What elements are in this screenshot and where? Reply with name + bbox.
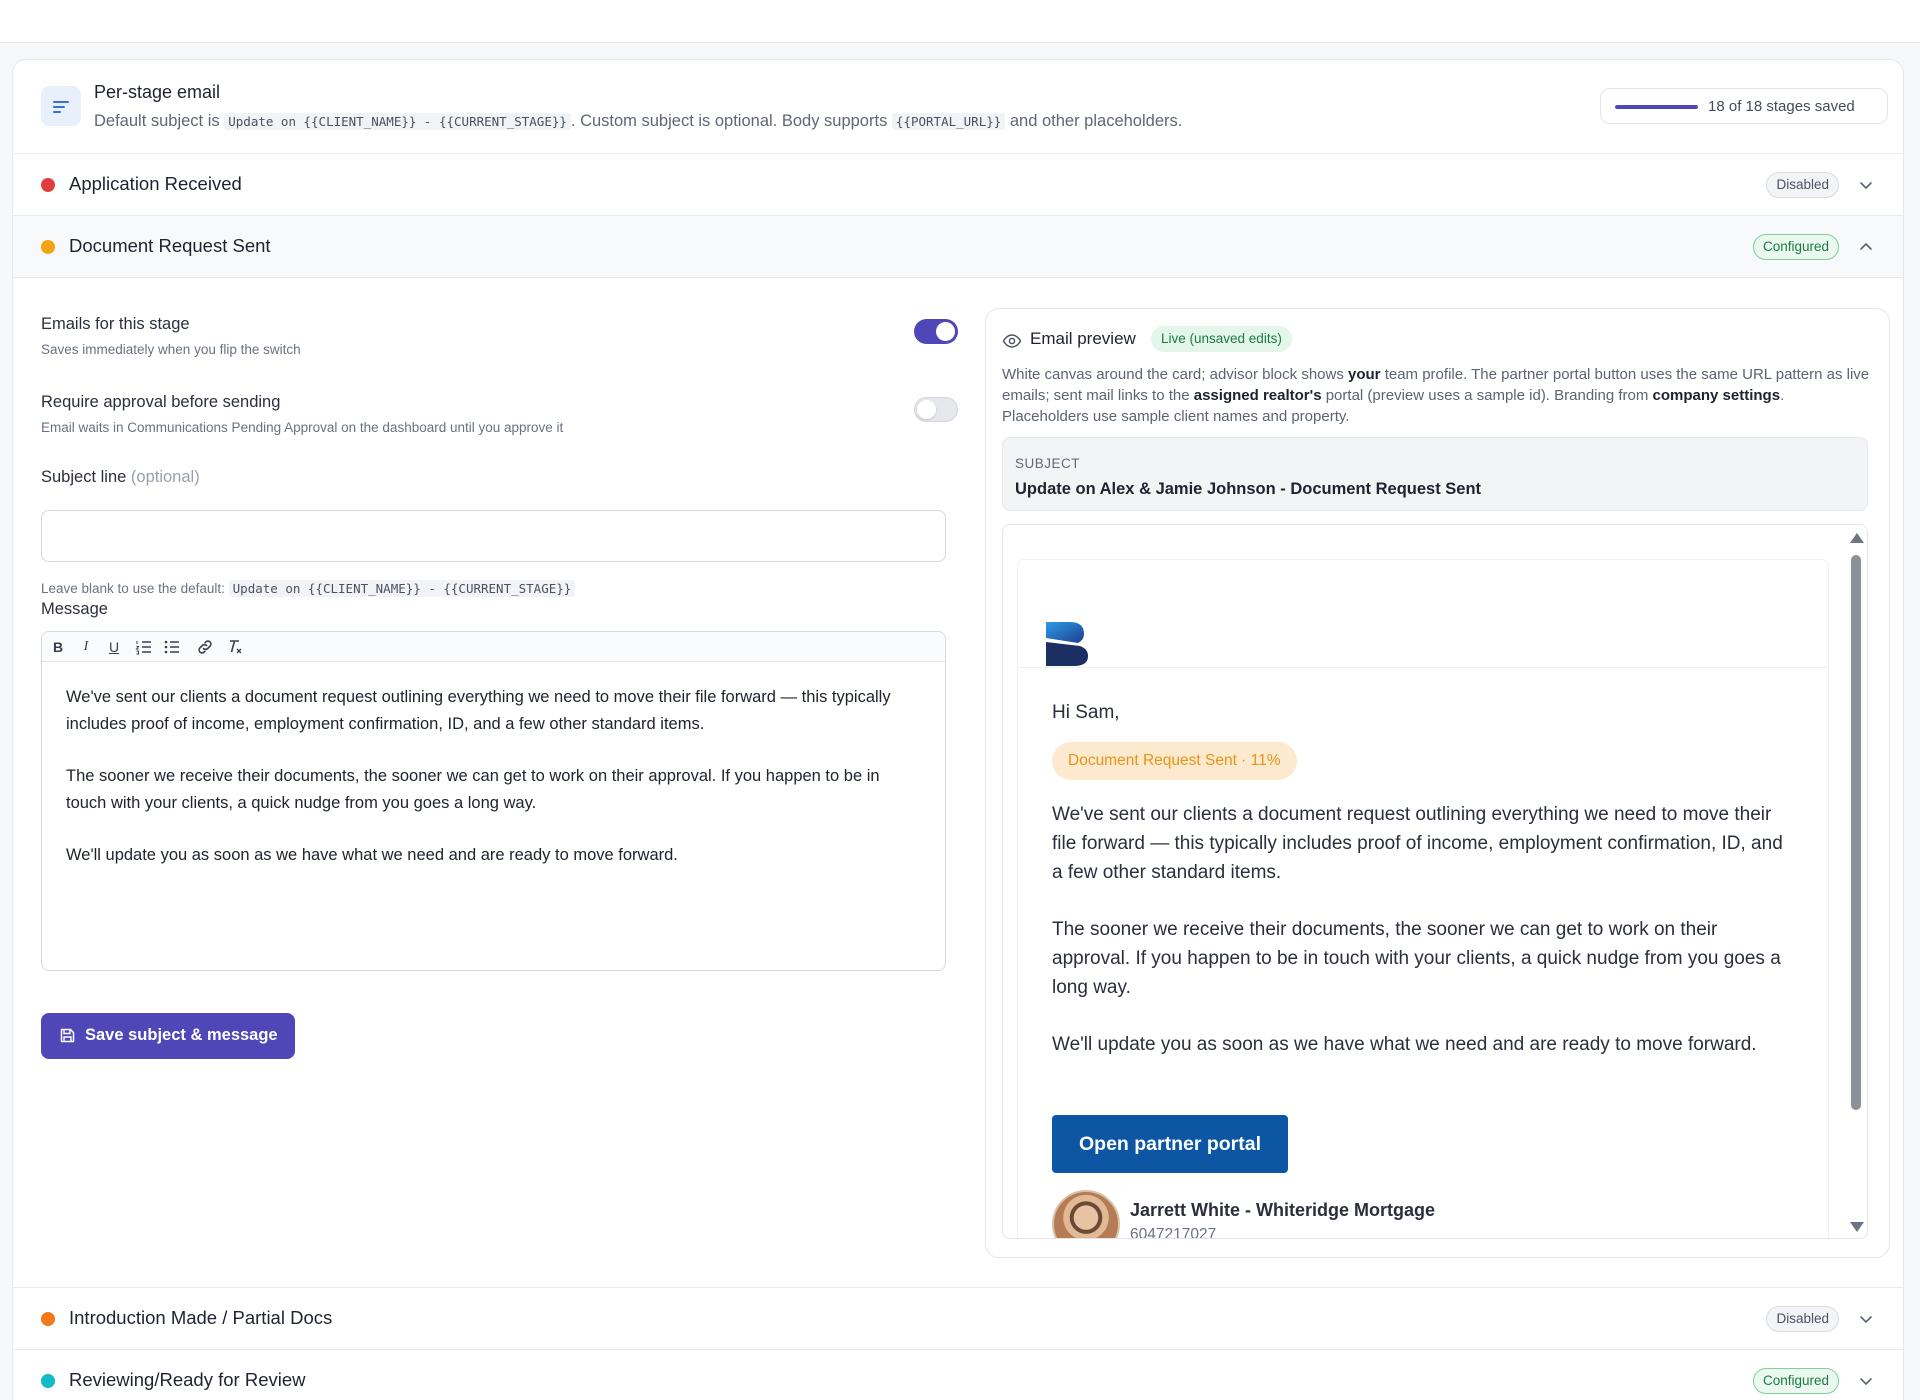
stage-row-application-received[interactable]: Application Received Disabled [13, 154, 1903, 216]
preview-subject-box: SUBJECT Update on Alex & Jamie Johnson -… [1002, 437, 1868, 511]
company-logo-icon [1046, 622, 1088, 666]
save-button-label: Save subject & message [85, 1026, 278, 1044]
message-paragraph: The sooner we receive their documents, t… [66, 767, 880, 812]
stage-row-reviewing-ready[interactable]: Reviewing/Ready for Review Configured [13, 1350, 1903, 1400]
status-badge: Configured [1752, 234, 1839, 260]
optional-marker: (optional) [130, 468, 200, 486]
default-subject-code: Update on {{CLIENT_NAME}} - {{CURRENT_ST… [224, 113, 571, 130]
stage-name: Application Received [69, 173, 242, 194]
email-header-divider [1018, 667, 1828, 668]
progress-fill [1615, 105, 1698, 109]
stage-progress-chip: Document Request Sent · 11% [1052, 742, 1297, 780]
bold-button[interactable]: B [48, 637, 68, 657]
approval-toggle-label: Require approval before sending [41, 393, 281, 411]
stage-status-dot [41, 240, 55, 254]
message-paragraph: We'll update you as soon as we have what… [66, 846, 678, 864]
preview-scrollbar[interactable] [1845, 525, 1867, 1238]
subject-input[interactable] [41, 510, 946, 562]
progress-text: 18 of 18 stages saved [1708, 98, 1855, 115]
card-header: Per-stage email Default subject is Updat… [13, 60, 1903, 154]
approval-toggle[interactable] [914, 397, 958, 422]
advisor-phone: 6047217027 [1130, 1226, 1217, 1239]
ordered-list-icon[interactable] [134, 637, 154, 657]
stage-status-dot [41, 178, 55, 192]
text-lines-icon [41, 86, 81, 126]
message-paragraph: We've sent our clients a document reques… [66, 688, 891, 733]
subject-caption: SUBJECT [1015, 456, 1081, 471]
advisor-name: Jarrett White - Whiteridge Mortgage [1130, 1200, 1436, 1220]
email-paragraph: We've sent our clients a document reques… [1052, 804, 1783, 883]
underline-button[interactable]: U [104, 637, 124, 657]
scroll-down-arrow-icon[interactable] [1850, 1222, 1864, 1232]
status-badge: Disabled [1766, 172, 1839, 198]
emails-toggle[interactable] [914, 319, 958, 344]
live-badge: Live (unsaved edits) [1151, 326, 1292, 352]
scroll-up-arrow-icon[interactable] [1850, 533, 1864, 543]
save-icon [60, 1028, 75, 1043]
status-badge: Disabled [1766, 1306, 1839, 1332]
stage-editor-panel: Emails for this stage Saves immediately … [13, 278, 1903, 1288]
status-badge: Configured [1752, 1368, 1839, 1394]
email-card: Hi Sam, Document Request Sent · 11% We'v… [1018, 560, 1828, 1239]
subject-line-label: Subject line (optional) [41, 468, 200, 487]
stage-row-introduction-made[interactable]: Introduction Made / Partial Docs Disable… [13, 1288, 1903, 1350]
email-body: We've sent our clients a document reques… [1052, 800, 1792, 1087]
email-render-frame[interactable]: Hi Sam, Document Request Sent · 11% We'v… [1002, 524, 1868, 1239]
editor-body[interactable]: We've sent our clients a document reques… [42, 662, 945, 917]
preview-desc-text: White canvas around the card; advisor bl… [1002, 366, 1344, 383]
emails-toggle-label: Emails for this stage [41, 315, 190, 333]
preview-subject-value: Update on Alex & Jamie Johnson - Documen… [1015, 480, 1482, 498]
subject-label-text: Subject line [41, 468, 127, 486]
chevron-down-icon[interactable] [1857, 1372, 1875, 1390]
header-description: Default subject is Update on {{CLIENT_NA… [94, 112, 1182, 131]
page-title: Per-stage email [94, 82, 221, 102]
preview-desc-bold: your [1348, 366, 1381, 383]
save-subject-message-button[interactable]: Save subject & message [41, 1013, 295, 1059]
stage-name: Document Request Sent [69, 235, 271, 256]
desc-suffix: and other placeholders. [1009, 112, 1183, 130]
eye-icon [1002, 334, 1022, 348]
preview-desc-bold: company settings [1652, 387, 1781, 404]
stage-name: Introduction Made / Partial Docs [69, 1307, 333, 1328]
preview-description: White canvas around the card; advisor bl… [1002, 364, 1872, 427]
chevron-down-icon[interactable] [1857, 176, 1875, 194]
open-partner-portal-button[interactable]: Open partner portal [1052, 1115, 1288, 1173]
scroll-thumb[interactable] [1851, 555, 1861, 1110]
email-preview-card: Email preview Live (unsaved edits) White… [985, 308, 1890, 1258]
stage-status-dot [41, 1374, 55, 1388]
preview-title: Email preview [1030, 329, 1136, 348]
per-stage-email-card: Per-stage email Default subject is Updat… [12, 59, 1904, 1400]
clear-format-icon[interactable] [225, 637, 245, 657]
editor-toolbar: B I U [42, 632, 945, 662]
link-icon[interactable] [195, 637, 215, 657]
portal-url-code: {{PORTAL_URL}} [891, 113, 1006, 130]
email-greeting: Hi Sam, [1052, 702, 1120, 723]
subject-hint-text: Leave blank to use the default: [41, 581, 225, 596]
stages-saved-indicator: 18 of 18 stages saved [1600, 88, 1888, 124]
avatar [1052, 1190, 1120, 1238]
stage-status-dot [41, 1312, 55, 1326]
message-label: Message [41, 600, 108, 618]
italic-button[interactable]: I [76, 637, 96, 657]
subject-default-hint: Leave blank to use the default: Update o… [41, 580, 576, 597]
preview-desc-bold: assigned realtor's [1193, 387, 1322, 404]
stage-row-document-request-sent[interactable]: Document Request Sent Configured [13, 216, 1903, 278]
top-bar [0, 0, 1920, 43]
chevron-down-icon[interactable] [1857, 1310, 1875, 1328]
chevron-up-icon[interactable] [1857, 238, 1875, 256]
approval-toggle-hint: Email waits in Communications Pending Ap… [41, 420, 564, 435]
desc-middle: . Custom subject is optional. Body suppo… [570, 112, 888, 130]
desc-prefix: Default subject is [94, 112, 220, 130]
preview-desc-text: portal (preview uses a sample id). Brand… [1325, 387, 1649, 404]
email-paragraph: We'll update you as soon as we have what… [1052, 1034, 1757, 1055]
message-editor[interactable]: B I U We've sent our clients a document … [41, 631, 946, 971]
emails-toggle-hint: Saves immediately when you flip the swit… [41, 342, 301, 357]
subject-hint-code: Update on {{CLIENT_NAME}} - {{CURRENT_ST… [228, 580, 576, 597]
progress-track [1615, 105, 1698, 109]
email-paragraph: The sooner we receive their documents, t… [1052, 919, 1781, 998]
bullet-list-icon[interactable] [162, 637, 182, 657]
stage-name: Reviewing/Ready for Review [69, 1369, 306, 1390]
